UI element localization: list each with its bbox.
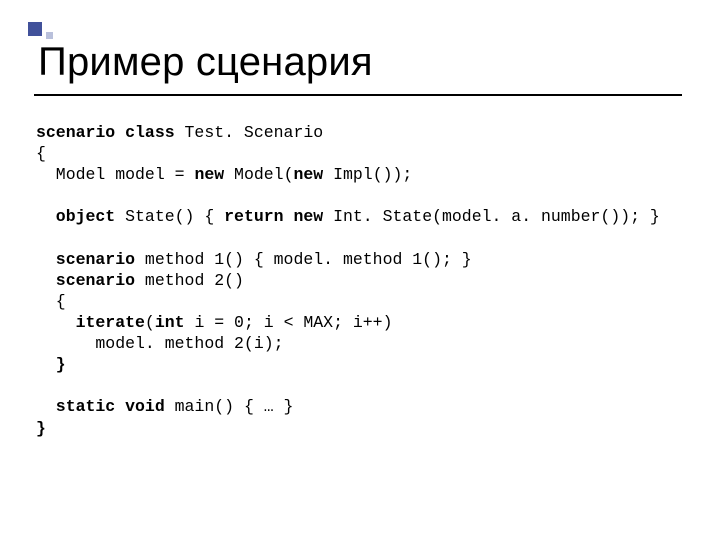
kw-static-void: static void — [36, 397, 165, 416]
code-text: main() { … } — [165, 397, 294, 416]
kw-scenario: scenario — [36, 271, 135, 290]
kw-new: new — [194, 165, 224, 184]
code-text: Model( — [224, 165, 293, 184]
code-text: Test. Scenario — [175, 123, 324, 142]
code-block: scenario class Test. Scenario { Model mo… — [36, 122, 660, 439]
code-text: } — [36, 419, 46, 438]
code-text: Impl()); — [323, 165, 412, 184]
code-text: ( — [145, 313, 155, 332]
slide-title: Пример сценария — [38, 40, 373, 85]
horizontal-rule — [34, 94, 682, 96]
kw-scenario-class: scenario class — [36, 123, 175, 142]
slide: Пример сценария scenario class Test. Sce… — [0, 0, 720, 540]
kw-new: new — [293, 165, 323, 184]
kw-return-new: return new — [224, 207, 323, 226]
code-text: State() { — [115, 207, 224, 226]
code-text: Model model = — [36, 165, 194, 184]
code-text: i = 0; i < MAX; i++) — [185, 313, 393, 332]
code-text: } — [36, 355, 66, 374]
code-text: Int. State(model. a. number()); } — [323, 207, 660, 226]
kw-iterate: iterate — [36, 313, 145, 332]
kw-int: int — [155, 313, 185, 332]
code-text: method 1() { model. method 1(); } — [135, 250, 472, 269]
code-text: method 2() — [135, 271, 244, 290]
code-text: { — [36, 144, 46, 163]
kw-object: object — [36, 207, 115, 226]
accent-square-small-icon — [46, 32, 53, 39]
code-text: { — [36, 292, 66, 311]
kw-scenario: scenario — [36, 250, 135, 269]
code-text: model. method 2(i); — [36, 334, 284, 353]
accent-square-icon — [28, 22, 42, 36]
